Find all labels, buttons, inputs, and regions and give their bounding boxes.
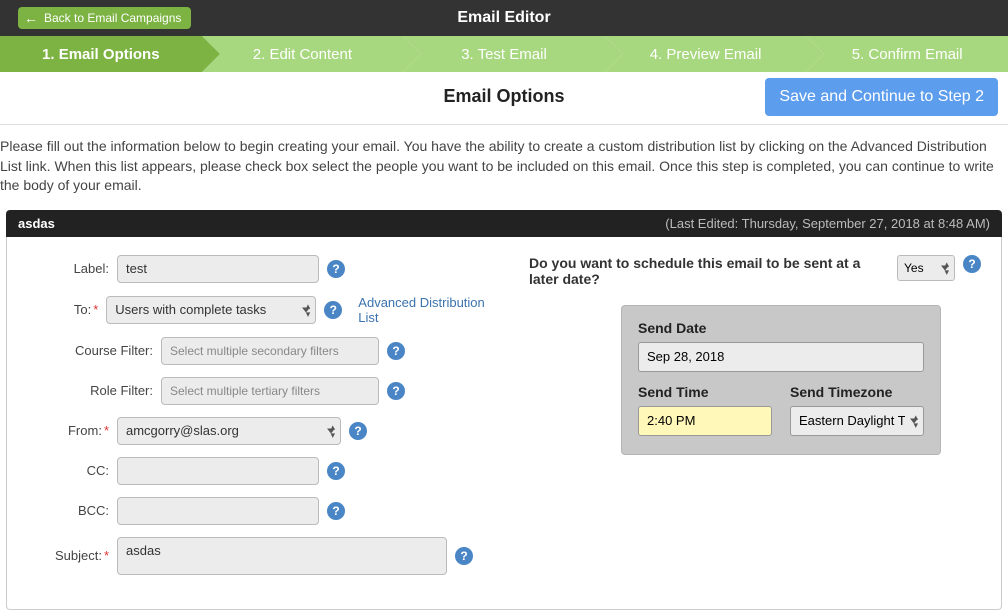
send-tz-select[interactable] [790, 406, 924, 436]
step-nav: 1. Email Options 2. Edit Content 3. Test… [0, 36, 1008, 72]
step-1[interactable]: 1. Email Options [0, 36, 202, 72]
send-time-input[interactable] [638, 406, 772, 436]
back-arrow-icon: ← [24, 11, 38, 25]
help-icon[interactable]: ? [963, 255, 981, 273]
send-date-label: Send Date [638, 320, 924, 336]
help-icon[interactable]: ? [327, 502, 345, 520]
cc-input[interactable] [117, 457, 319, 485]
row-bcc: BCC: ? [27, 497, 489, 525]
to-select[interactable] [106, 296, 316, 324]
help-icon[interactable]: ? [387, 382, 405, 400]
form-right-column: Do you want to schedule this email to be… [519, 255, 981, 587]
page-title: Email Editor [457, 9, 550, 27]
back-button[interactable]: ← Back to Email Campaigns [18, 7, 191, 29]
save-continue-button[interactable]: Save and Continue to Step 2 [765, 78, 998, 116]
send-time-label: Send Time [638, 384, 772, 400]
panel-header: asdas (Last Edited: Thursday, September … [6, 210, 1002, 237]
help-icon[interactable]: ? [324, 301, 342, 319]
help-icon[interactable]: ? [327, 462, 345, 480]
subject-label: Subject:* [27, 548, 109, 563]
top-bar: ← Back to Email Campaigns Email Editor [0, 0, 1008, 36]
help-icon[interactable]: ? [455, 547, 473, 565]
role-filter-input[interactable]: Select multiple tertiary filters [161, 377, 379, 405]
from-select[interactable] [117, 417, 341, 445]
bcc-input[interactable] [117, 497, 319, 525]
panel-title: asdas [18, 216, 55, 231]
bcc-label: BCC: [27, 503, 109, 518]
schedule-box: Send Date Send Time Send Timezone ▴▾ [621, 305, 941, 455]
send-date-input[interactable] [638, 342, 924, 372]
from-label: From:* [27, 423, 109, 438]
help-icon[interactable]: ? [387, 342, 405, 360]
schedule-yesno-select[interactable] [897, 255, 955, 281]
to-label: To:* [27, 302, 98, 317]
intro-text: Please fill out the information below to… [0, 125, 1002, 210]
step-2[interactable]: 2. Edit Content [202, 36, 404, 72]
schedule-question: Do you want to schedule this email to be… [519, 255, 889, 287]
help-icon[interactable]: ? [327, 260, 345, 278]
section-title: Email Options [443, 86, 564, 107]
course-filter-input[interactable]: Select multiple secondary filters [161, 337, 379, 365]
subject-input[interactable] [117, 537, 447, 575]
send-tz-label: Send Timezone [790, 384, 924, 400]
section-header: Email Options Save and Continue to Step … [0, 72, 1008, 120]
step-3[interactable]: 3. Test Email [403, 36, 605, 72]
panel-meta: (Last Edited: Thursday, September 27, 20… [665, 216, 990, 231]
row-label: Label: ? [27, 255, 489, 283]
row-subject: Subject:* ? [27, 537, 489, 575]
advanced-distribution-link[interactable]: Advanced Distribution List [358, 295, 489, 325]
form-left-column: Label: ? To:* ▴▾ ? Advanced Distribution… [27, 255, 489, 587]
row-course-filter: Course Filter: Select multiple secondary… [71, 337, 489, 365]
row-cc: CC: ? [27, 457, 489, 485]
step-4[interactable]: 4. Preview Email [605, 36, 807, 72]
role-filter-label: Role Filter: [71, 383, 153, 398]
cc-label: CC: [27, 463, 109, 478]
row-from: From:* ▴▾ ? [27, 417, 489, 445]
course-filter-label: Course Filter: [71, 343, 153, 358]
row-role-filter: Role Filter: Select multiple tertiary fi… [71, 377, 489, 405]
back-button-label: Back to Email Campaigns [44, 11, 181, 25]
row-to: To:* ▴▾ ? Advanced Distribution List [27, 295, 489, 325]
step-5[interactable]: 5. Confirm Email [806, 36, 1008, 72]
label-input[interactable] [117, 255, 319, 283]
panel-body: Label: ? To:* ▴▾ ? Advanced Distribution… [6, 237, 1002, 610]
label-label: Label: [27, 261, 109, 276]
help-icon[interactable]: ? [349, 422, 367, 440]
